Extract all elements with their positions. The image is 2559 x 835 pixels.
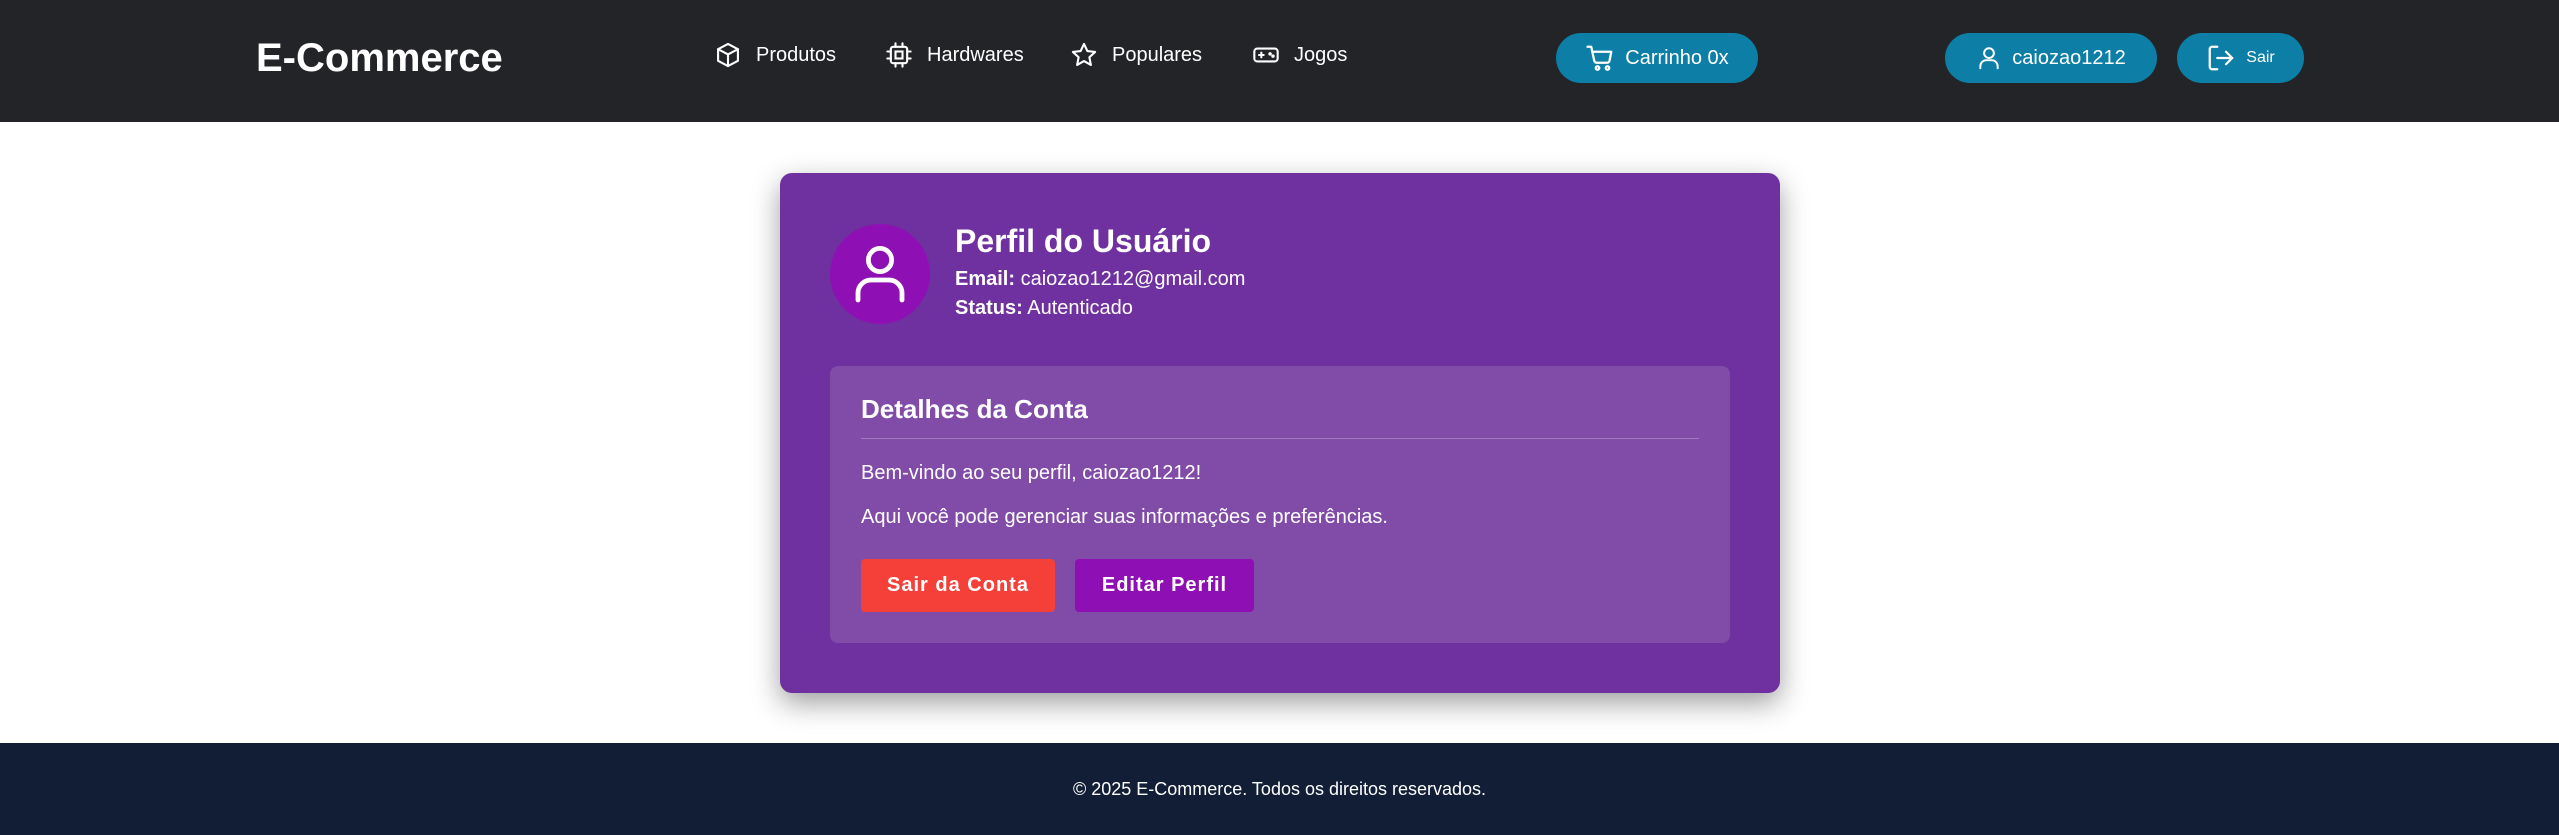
site-logo[interactable]: E-Commerce [256, 32, 503, 84]
nav-label-jogos: Jogos [1294, 43, 1348, 66]
nav-item-hardwares[interactable]: Hardwares [885, 38, 1024, 72]
divider [861, 438, 1699, 439]
email-line: Email: caiozao1212@gmail.com [955, 266, 1245, 292]
nav-item-populares[interactable]: Populares [1070, 38, 1202, 72]
email-label: Email: [955, 268, 1016, 290]
footer: © 2025 E-Commerce. Todos os direitos res… [0, 743, 2559, 835]
top-navbar: E-Commerce Produtos Hardwares Populares … [0, 0, 2559, 122]
cart-button[interactable]: Carrinho 0x [1556, 33, 1758, 83]
profile-title: Perfil do Usuário [955, 223, 1212, 259]
user-profile-button[interactable]: caiozao1212 [1945, 33, 2157, 83]
cart-icon [1586, 45, 1613, 71]
welcome-text: Bem-vindo ao seu perfil, caiozao1212! [861, 462, 1202, 484]
box-icon [717, 42, 739, 68]
user-icon [1979, 47, 1999, 70]
status-line: Status: Autenticado [955, 295, 1133, 321]
nav-label-produtos: Produtos [756, 43, 837, 66]
cart-label: Carrinho 0x [1625, 46, 1729, 69]
nav-item-produtos[interactable]: Produtos [714, 38, 836, 72]
status-value: Autenticado [1027, 297, 1133, 319]
star-icon [1071, 42, 1097, 66]
edit-profile-button[interactable]: Editar Perfil [1075, 559, 1254, 612]
user-avatar-icon [855, 245, 905, 303]
account-details-panel: Detalhes da Conta Bem-vindo ao seu perfi… [830, 366, 1730, 643]
description-text: Aqui você pode gerenciar suas informaçõe… [861, 506, 1388, 528]
copyright-text: © 2025 E-Commerce. Todos os direitos res… [1072, 778, 1487, 799]
logout-icon [2208, 45, 2234, 71]
status-label: Status: [955, 297, 1023, 319]
cpu-icon [886, 42, 912, 68]
profile-card: Perfil do Usuário Email: caiozao1212@gma… [780, 173, 1780, 693]
nav-label-populares: Populares [1112, 43, 1203, 66]
logout-nav-button[interactable]: Sair [2177, 33, 2304, 83]
nav-label-hardwares: Hardwares [927, 43, 1024, 66]
nav-item-jogos[interactable]: Jogos [1252, 38, 1347, 72]
avatar [830, 224, 930, 324]
user-name-label: caiozao1212 [2012, 46, 2126, 69]
logout-account-button[interactable]: Sair da Conta [861, 559, 1055, 612]
email-value: caiozao1212@gmail.com [1020, 268, 1246, 290]
gamepad-icon [1253, 47, 1279, 63]
logout-nav-label: Sair [2246, 49, 2275, 66]
account-details-title: Detalhes da Conta [861, 394, 1088, 424]
